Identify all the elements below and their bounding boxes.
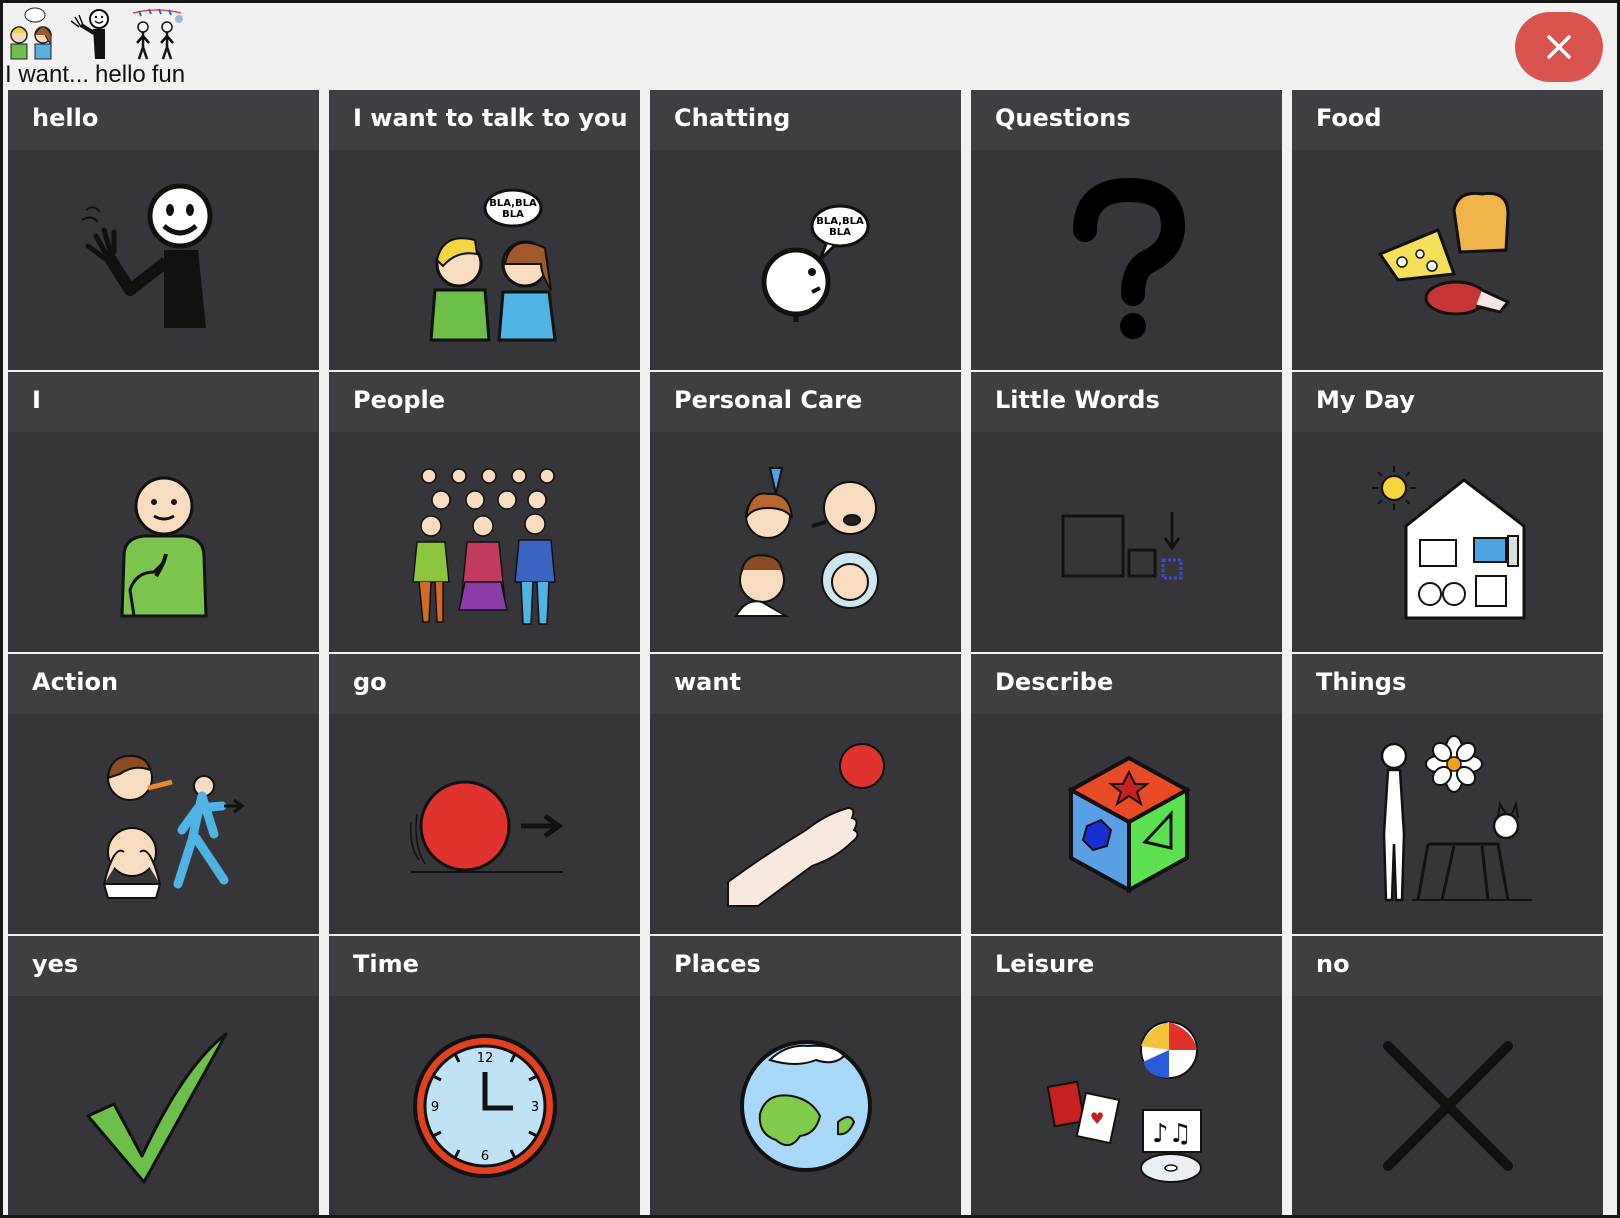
house-activities-icon <box>1371 466 1525 620</box>
tile-label: Leisure <box>995 950 1095 978</box>
svg-text:♪♫: ♪♫ <box>1152 1119 1192 1149</box>
tile-label: Little Words <box>995 386 1160 414</box>
tile-hello[interactable]: hello <box>8 90 319 370</box>
message-text: I want... hello fun <box>5 61 191 89</box>
tile-things[interactable]: Things <box>1292 654 1603 934</box>
svg-text:3: 3 <box>530 1100 538 1115</box>
question-mark-icon <box>1072 177 1185 339</box>
tile-leisure[interactable]: Leisure ♥ ♪♫ <box>971 936 1282 1215</box>
two-people-talking-icon: BLA,BLA BLA <box>428 188 557 342</box>
tile-go[interactable]: go <box>329 654 640 934</box>
food-icon <box>1377 191 1510 316</box>
tile-no[interactable]: no <box>1292 936 1603 1215</box>
little-words-icon <box>1061 512 1182 580</box>
leisure-icon: ♥ ♪♫ <box>1046 1021 1202 1183</box>
tile-little-words[interactable]: Little Words <box>971 372 1282 652</box>
cross-icon <box>1382 1041 1513 1171</box>
group-of-people-icon <box>411 468 556 625</box>
tile-label: want <box>674 668 741 696</box>
tile-label: Things <box>1316 668 1407 696</box>
hand-reaching-ball-icon <box>726 743 885 907</box>
tile-label: Food <box>1316 104 1382 132</box>
tile-label: Questions <box>995 104 1131 132</box>
app-window: I want... hello fun hello I want to talk… <box>3 3 1617 1215</box>
message-word: hello <box>95 61 146 88</box>
tile-time[interactable]: Time 12 3 6 9 <box>329 936 640 1215</box>
tile-label: Time <box>353 950 419 978</box>
tile-food[interactable]: Food <box>1292 90 1603 370</box>
tile-label: hello <box>32 104 99 132</box>
people-talking-icon <box>10 7 52 60</box>
tile-label: Personal Care <box>674 386 863 414</box>
svg-text:9: 9 <box>430 1100 438 1115</box>
tile-label: Chatting <box>674 104 791 132</box>
tile-label: My Day <box>1316 386 1415 414</box>
tile-want[interactable]: want <box>650 654 961 934</box>
message-word: I want... <box>5 61 90 88</box>
person-flower-cat-icon <box>1380 735 1532 902</box>
globe-icon <box>739 1040 872 1172</box>
tile-questions[interactable]: Questions <box>971 90 1282 370</box>
self-pointing-person-icon <box>119 476 208 618</box>
svg-text:BLA,BLA: BLA,BLA <box>816 216 864 227</box>
personal-care-icon <box>733 467 879 617</box>
tile-personal-care[interactable]: Personal Care <box>650 372 961 652</box>
rolling-ball-icon <box>409 780 563 873</box>
tile-label: I want to talk to you <box>353 104 628 132</box>
party-people-icon <box>132 8 183 60</box>
close-button[interactable] <box>1515 12 1603 82</box>
speech-head-icon: BLA,BLA BLA <box>761 204 869 322</box>
tile-chatting[interactable]: Chatting BLA,BLA BLA <box>650 90 961 370</box>
tile-describe[interactable]: Describe <box>971 654 1282 934</box>
tile-label: yes <box>32 950 79 978</box>
close-icon <box>1547 35 1571 59</box>
tile-label: People <box>353 386 446 414</box>
waving-person-icon <box>70 9 109 59</box>
svg-text:12: 12 <box>476 1051 493 1066</box>
tile-label: go <box>353 668 387 696</box>
svg-text:♥: ♥ <box>1089 1109 1103 1128</box>
tile-people[interactable]: People <box>329 372 640 652</box>
tile-label: I <box>32 386 41 414</box>
tile-i[interactable]: I <box>8 372 319 652</box>
tile-label: Places <box>674 950 761 978</box>
tile-i-want-to-talk-to-you[interactable]: I want to talk to you BLA,BLA BLA <box>329 90 640 370</box>
tile-label: Describe <box>995 668 1114 696</box>
svg-text:BLA,BLA: BLA,BLA <box>489 198 537 209</box>
symbol-grid: hello I want to talk to you BLA,BLA BLA … <box>8 90 1603 1215</box>
action-people-icon <box>102 754 244 899</box>
waving-person-icon <box>80 183 212 328</box>
tile-label: Action <box>32 668 119 696</box>
tile-my-day[interactable]: My Day <box>1292 372 1603 652</box>
tile-label: no <box>1316 950 1350 978</box>
message-word: fun <box>151 61 186 88</box>
message-bar[interactable]: I want... hello fun <box>3 3 1617 91</box>
clock-icon: 12 3 6 9 <box>412 1034 557 1178</box>
tile-places[interactable]: Places <box>650 936 961 1215</box>
check-mark-icon <box>86 1032 227 1184</box>
tile-yes[interactable]: yes <box>8 936 319 1215</box>
message-symbols <box>5 5 185 63</box>
svg-text:BLA: BLA <box>502 209 524 220</box>
shapes-cube-icon <box>1066 755 1191 894</box>
svg-text:6: 6 <box>480 1149 488 1164</box>
tile-action[interactable]: Action <box>8 654 319 934</box>
svg-text:BLA: BLA <box>829 227 851 238</box>
